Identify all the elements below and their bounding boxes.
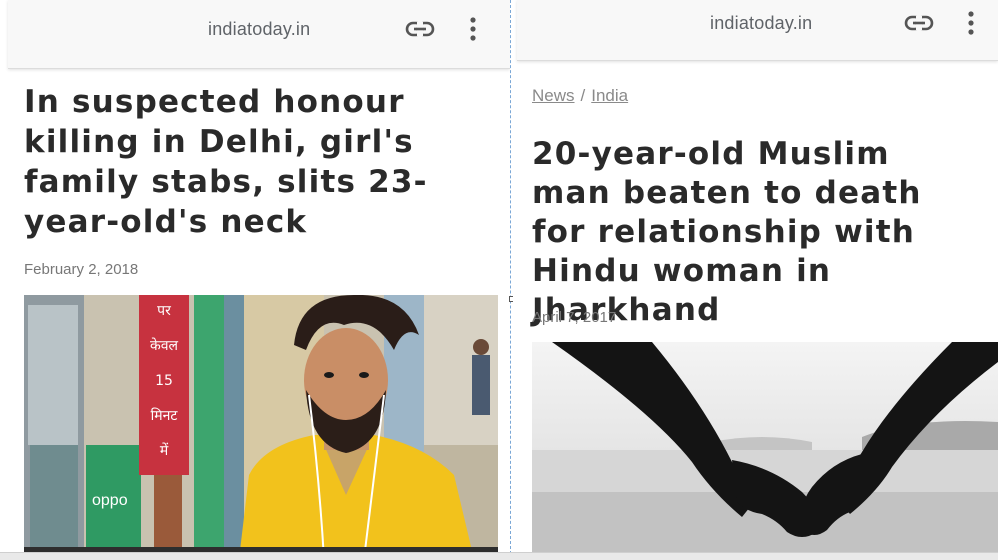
domain-label[interactable]: indiatoday.in [710, 13, 812, 34]
sign-line-2: केवल [150, 337, 179, 354]
left-article-pane: indiatoday.in In suspected honour killin… [0, 0, 510, 559]
more-vert-icon[interactable] [469, 17, 477, 41]
breadcrumb-news-link[interactable]: News [532, 86, 575, 105]
breadcrumb-separator: / [580, 86, 586, 105]
link-icon[interactable] [904, 14, 934, 32]
article-image[interactable]: oppo पर केवल 15 मिनट में [24, 295, 498, 559]
sign-line-5: में [160, 442, 169, 459]
man-in-yellow-shirt-photo: oppo पर केवल 15 मिनट में [24, 295, 498, 559]
browser-topbar: indiatoday.in [517, 0, 998, 61]
oppo-logo-text: oppo [92, 492, 128, 509]
sign-line-1: पर [157, 303, 171, 319]
holding-hands-photo [532, 342, 998, 559]
breadcrumb-india-link[interactable]: India [591, 86, 628, 105]
sign-line-4: मिनट [151, 407, 179, 424]
article-headline[interactable]: In suspected honour killing in Delhi, gi… [24, 82, 504, 242]
browser-topbar: indiatoday.in [8, 0, 510, 69]
domain-label[interactable]: indiatoday.in [208, 19, 310, 40]
sign-line-3: 15 [155, 373, 173, 389]
more-vert-icon[interactable] [967, 11, 975, 35]
breadcrumb: News / India [532, 86, 628, 106]
link-icon[interactable] [405, 20, 435, 38]
right-article-pane: indiatoday.in News / India 20-year-old Mus… [513, 0, 998, 559]
article-date: April 7, 2017 [532, 309, 617, 326]
article-headline[interactable]: 20-year-old Muslim man beaten to death f… [532, 135, 972, 330]
article-date: February 2, 2018 [24, 261, 139, 278]
article-image[interactable] [532, 342, 998, 559]
